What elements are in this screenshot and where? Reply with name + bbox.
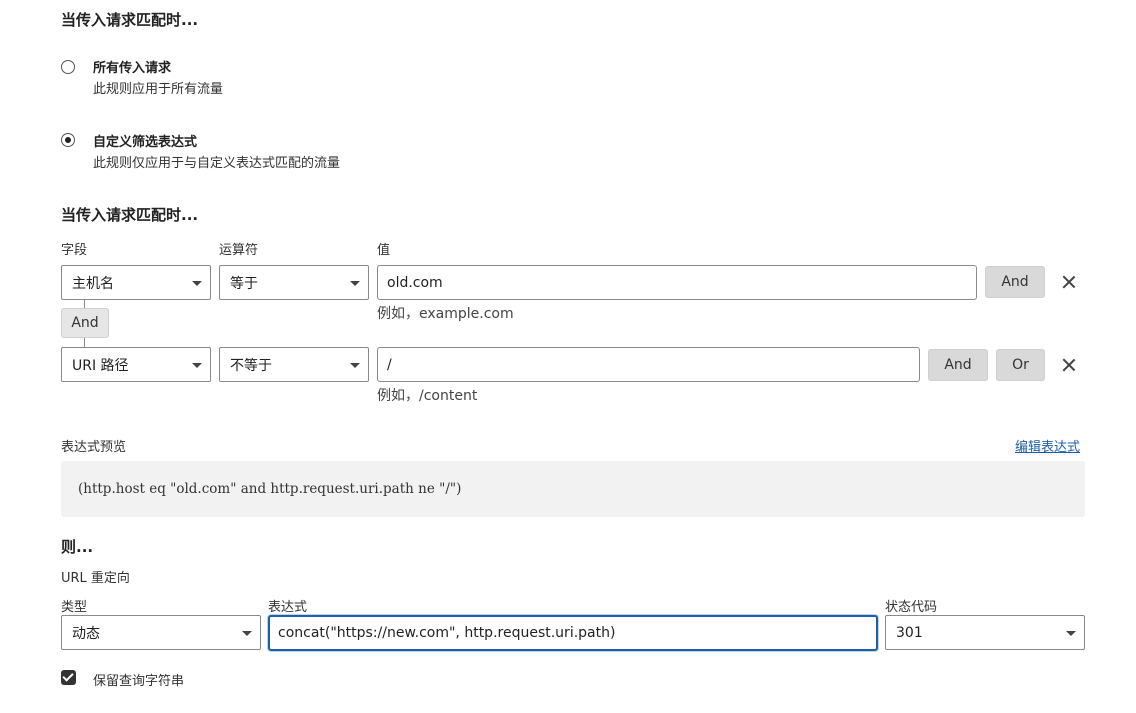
- connector-line-top: [84, 300, 85, 308]
- chevron-down-icon: [350, 280, 360, 286]
- action-label: URL 重定向: [61, 571, 130, 586]
- preserve-query-label: 保留查询字符串: [93, 674, 185, 689]
- redirect-expression-input[interactable]: concat("https://new.com", http.request.u…: [268, 615, 878, 651]
- radio-custom-filter-label: 自定义筛选表达式: [93, 135, 198, 150]
- radio-custom-filter[interactable]: [61, 133, 75, 147]
- remove-row1-close-icon[interactable]: [1062, 275, 1076, 289]
- operator-column-label: 运算符: [219, 243, 259, 258]
- or-button-row2[interactable]: Or: [996, 349, 1045, 381]
- value-input-row2[interactable]: /: [377, 347, 920, 382]
- field-select-row1-value: 主机名: [72, 275, 114, 292]
- chevron-down-icon: [192, 280, 202, 286]
- field-column-label: 字段: [61, 243, 88, 258]
- operator-select-row1[interactable]: 等于: [219, 265, 369, 300]
- and-button-row2[interactable]: And: [928, 349, 988, 381]
- match-section-title: 当传入请求匹配时...: [61, 11, 199, 29]
- radio-all-requests-desc: 此规则应用于所有流量: [93, 82, 224, 97]
- value-input-row1[interactable]: old.com: [377, 265, 977, 300]
- radio-all-requests[interactable]: [61, 60, 75, 74]
- and-button-row1[interactable]: And: [985, 266, 1045, 298]
- type-select-value: 动态: [72, 625, 100, 642]
- chevron-down-icon: [242, 630, 252, 636]
- value-hint-row1: 例如，example.com: [377, 306, 514, 322]
- operator-select-row2-value: 不等于: [230, 357, 272, 374]
- redirect-expression-text: concat("https://new.com", http.request.u…: [278, 625, 616, 641]
- field-select-row2-value: URI 路径: [72, 357, 129, 374]
- chevron-down-icon: [192, 362, 202, 368]
- status-code-select[interactable]: 301: [885, 615, 1085, 650]
- field-select-row2[interactable]: URI 路径: [61, 347, 211, 382]
- and-connector-label: And: [61, 308, 109, 338]
- expression-preview-text: (http.host eq "old.com" and http.request…: [78, 481, 462, 497]
- value-input-row2-text: /: [387, 356, 392, 373]
- builder-section-title: 当传入请求匹配时...: [61, 206, 199, 224]
- type-select[interactable]: 动态: [61, 615, 261, 650]
- operator-select-row1-value: 等于: [230, 275, 258, 292]
- value-column-label: 值: [377, 243, 391, 258]
- radio-custom-filter-desc: 此规则仅应用于与自定义表达式匹配的流量: [93, 156, 341, 171]
- page: 当传入请求匹配时... 所有传入请求 此规则应用于所有流量 自定义筛选表达式 此…: [0, 0, 1136, 713]
- connector-line-bottom: [84, 338, 85, 347]
- preserve-query-checkbox[interactable]: [61, 670, 76, 685]
- chevron-down-icon: [1066, 630, 1076, 636]
- field-select-row1[interactable]: 主机名: [61, 265, 211, 300]
- operator-select-row2[interactable]: 不等于: [219, 347, 369, 382]
- status-code-select-value: 301: [896, 624, 923, 641]
- value-input-row1-text: old.com: [387, 274, 443, 291]
- value-hint-row2: 例如，/content: [377, 388, 478, 404]
- type-label: 类型: [61, 600, 88, 615]
- expression-label: 表达式: [268, 600, 308, 615]
- expression-preview-box: (http.host eq "old.com" and http.request…: [61, 461, 1085, 517]
- chevron-down-icon: [350, 362, 360, 368]
- expression-preview-label: 表达式预览: [61, 440, 127, 455]
- then-section-title: 则...: [61, 538, 94, 556]
- radio-all-requests-label: 所有传入请求: [93, 61, 172, 76]
- edit-expression-link[interactable]: 编辑表达式: [1015, 436, 1080, 455]
- remove-row2-close-icon[interactable]: [1062, 358, 1076, 372]
- status-code-label: 状态代码: [885, 600, 938, 615]
